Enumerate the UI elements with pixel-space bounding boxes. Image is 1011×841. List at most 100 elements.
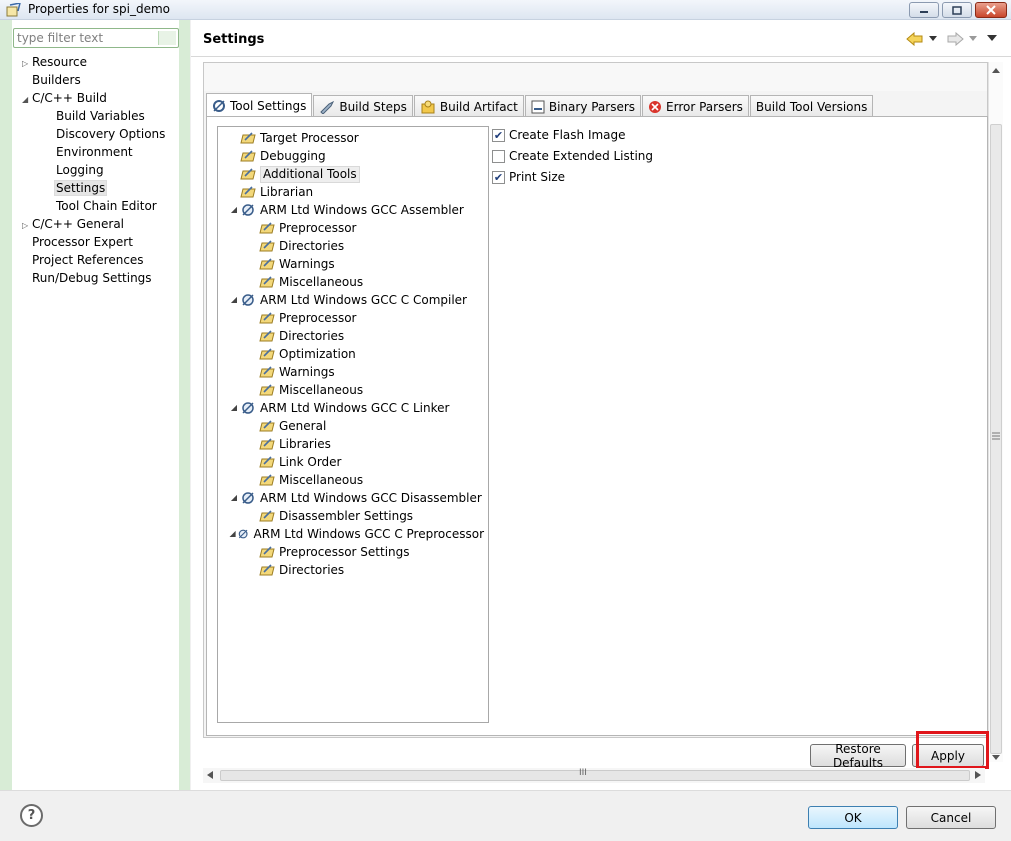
configuration-area bbox=[204, 63, 987, 91]
tree-item-gcc-disassembler[interactable]: ◢ ARM Ltd Windows GCC Disassembler bbox=[222, 489, 484, 507]
tree-item-gcc-c-compiler[interactable]: ◢ ARM Ltd Windows GCC C Compiler bbox=[222, 291, 484, 309]
expand-icon[interactable]: ▷ bbox=[22, 55, 32, 73]
tool-icon bbox=[242, 402, 254, 414]
sidebar-item-discovery-options[interactable]: Discovery Options bbox=[22, 125, 179, 143]
option-category-icon bbox=[259, 474, 275, 486]
tab-build-artifact[interactable]: Build Artifact bbox=[413, 95, 524, 117]
tree-item-linker-link-order[interactable]: Link Order bbox=[222, 453, 484, 471]
tree-item-librarian[interactable]: Librarian bbox=[222, 183, 484, 201]
tree-item-linker-libraries[interactable]: Libraries bbox=[222, 435, 484, 453]
tree-item-compiler-warnings[interactable]: Warnings bbox=[222, 363, 484, 381]
title-bar: Properties for spi_demo bbox=[0, 0, 1011, 20]
collapse-icon[interactable]: ◢ bbox=[228, 489, 240, 507]
minimize-button[interactable] bbox=[909, 2, 939, 18]
horizontal-scroll-thumb[interactable]: III bbox=[220, 768, 970, 781]
minimize-icon bbox=[920, 11, 928, 13]
ok-button[interactable]: OK bbox=[808, 806, 898, 829]
tree-item-gcc-c-preprocessor[interactable]: ◢ ARM Ltd Windows GCC C Preprocessor bbox=[222, 525, 484, 543]
tree-item-linker-miscellaneous[interactable]: Miscellaneous bbox=[222, 471, 484, 489]
filter-clear-area bbox=[158, 31, 176, 45]
option-category-icon bbox=[240, 132, 256, 144]
sidebar-item-environment[interactable]: Environment bbox=[22, 143, 179, 161]
scroll-up-icon[interactable] bbox=[992, 68, 1000, 74]
tree-item-compiler-optimization[interactable]: Optimization bbox=[222, 345, 484, 363]
view-menu-chevron-icon[interactable] bbox=[986, 34, 998, 43]
option-category-icon bbox=[259, 510, 275, 522]
tree-item-gcc-assembler[interactable]: ◢ ARM Ltd Windows GCC Assembler bbox=[222, 201, 484, 219]
option-category-icon bbox=[259, 456, 275, 468]
option-category-icon bbox=[259, 312, 275, 324]
expand-icon[interactable]: ▷ bbox=[22, 217, 32, 235]
tool-icon bbox=[242, 294, 254, 306]
pane-border-left bbox=[0, 20, 12, 790]
collapse-icon[interactable]: ◢ bbox=[228, 399, 240, 417]
help-button[interactable]: ? bbox=[20, 804, 43, 827]
history-navigation bbox=[906, 30, 1002, 48]
forward-arrow-icon[interactable] bbox=[946, 32, 964, 46]
tree-item-preprocessor-settings[interactable]: Preprocessor Settings bbox=[222, 543, 484, 561]
maximize-button[interactable] bbox=[942, 2, 972, 18]
option-category-icon bbox=[259, 258, 275, 270]
close-window-button[interactable] bbox=[975, 2, 1007, 18]
create-flash-image-checkbox[interactable]: ✔ bbox=[492, 128, 505, 142]
collapse-icon[interactable]: ◢ bbox=[228, 291, 240, 309]
forward-menu-chevron-icon[interactable] bbox=[968, 35, 978, 43]
tree-item-gcc-c-linker[interactable]: ◢ ARM Ltd Windows GCC C Linker bbox=[222, 399, 484, 417]
sidebar-item-tool-chain-editor[interactable]: Tool Chain Editor bbox=[22, 197, 179, 215]
sidebar-item-settings[interactable]: Settings bbox=[22, 179, 179, 197]
sidebar-item-processor-expert[interactable]: Processor Expert bbox=[22, 233, 179, 251]
tab-error-parsers[interactable]: Error Parsers bbox=[642, 95, 749, 117]
collapse-icon[interactable]: ◢ bbox=[22, 91, 32, 109]
tree-item-disassembler-settings[interactable]: Disassembler Settings bbox=[222, 507, 484, 525]
option-category-icon bbox=[259, 240, 275, 252]
tree-item-preprocessor-directories[interactable]: Directories bbox=[222, 561, 484, 579]
tree-item-assembler-preprocessor[interactable]: Preprocessor bbox=[222, 219, 484, 237]
sidebar-item-run-debug-settings[interactable]: Run/Debug Settings bbox=[22, 269, 179, 287]
option-category-icon bbox=[259, 222, 275, 234]
option-create-flash-image[interactable]: ✔ Create Flash Image bbox=[492, 125, 792, 145]
tab-build-steps[interactable]: Build Steps bbox=[313, 95, 413, 117]
filter-input[interactable] bbox=[13, 28, 179, 48]
sidebar-item-resource[interactable]: ▷ Resource bbox=[22, 53, 179, 71]
tree-item-target-processor[interactable]: Target Processor bbox=[222, 129, 484, 147]
option-print-size[interactable]: ✔ Print Size bbox=[492, 167, 792, 187]
tree-item-compiler-miscellaneous[interactable]: Miscellaneous bbox=[222, 381, 484, 399]
scroll-down-icon[interactable] bbox=[992, 755, 1000, 761]
close-icon bbox=[986, 5, 996, 15]
tab-binary-parsers[interactable]: Binary Parsers bbox=[524, 95, 642, 117]
tree-item-debugging[interactable]: Debugging bbox=[222, 147, 484, 165]
sidebar-item-builders[interactable]: Builders bbox=[22, 71, 179, 89]
tree-rows: Target Processor Debugging Additional To… bbox=[222, 129, 484, 579]
collapse-icon[interactable]: ◢ bbox=[228, 201, 240, 219]
tree-item-assembler-directories[interactable]: Directories bbox=[222, 237, 484, 255]
scroll-right-icon[interactable] bbox=[975, 771, 981, 779]
back-arrow-icon[interactable] bbox=[906, 32, 924, 46]
option-create-extended-listing[interactable]: Create Extended Listing bbox=[492, 146, 792, 166]
scroll-left-icon[interactable] bbox=[207, 771, 213, 779]
create-extended-listing-checkbox[interactable] bbox=[492, 149, 505, 163]
cancel-button[interactable]: Cancel bbox=[906, 806, 996, 829]
scroll-grip: III bbox=[579, 768, 587, 778]
collapse-icon[interactable]: ◢ bbox=[228, 525, 237, 543]
tool-settings-tree[interactable]: Target Processor Debugging Additional To… bbox=[217, 126, 489, 723]
sidebar-item-logging[interactable]: Logging bbox=[22, 161, 179, 179]
vertical-scrollbar[interactable] bbox=[988, 62, 1003, 762]
sidebar-item-cpp-general[interactable]: ▷ C/C++ General bbox=[22, 215, 179, 233]
tree-item-compiler-directories[interactable]: Directories bbox=[222, 327, 484, 345]
tree-item-linker-general[interactable]: General bbox=[222, 417, 484, 435]
property-pages-list: ▷ Resource Builders ◢ C/C++ Build Build Va… bbox=[22, 53, 179, 287]
tree-item-assembler-miscellaneous[interactable]: Miscellaneous bbox=[222, 273, 484, 291]
tree-item-additional-tools[interactable]: Additional Tools bbox=[222, 165, 484, 183]
tree-item-assembler-warnings[interactable]: Warnings bbox=[222, 255, 484, 273]
restore-defaults-button[interactable]: Restore Defaults bbox=[810, 742, 906, 770]
horizontal-scrollbar[interactable]: III bbox=[203, 768, 985, 783]
sidebar-item-build-variables[interactable]: Build Variables bbox=[22, 107, 179, 125]
tree-item-compiler-preprocessor[interactable]: Preprocessor bbox=[222, 309, 484, 327]
sidebar-item-project-references[interactable]: Project References bbox=[22, 251, 179, 269]
header-divider bbox=[191, 56, 1011, 57]
tab-tool-settings[interactable]: Tool Settings bbox=[206, 93, 313, 117]
back-menu-chevron-icon[interactable] bbox=[928, 35, 938, 43]
print-size-checkbox[interactable]: ✔ bbox=[492, 170, 505, 184]
tab-build-tool-versions[interactable]: Build Tool Versions bbox=[749, 95, 874, 117]
sidebar-item-cpp-build[interactable]: ◢ C/C++ Build bbox=[22, 89, 179, 107]
